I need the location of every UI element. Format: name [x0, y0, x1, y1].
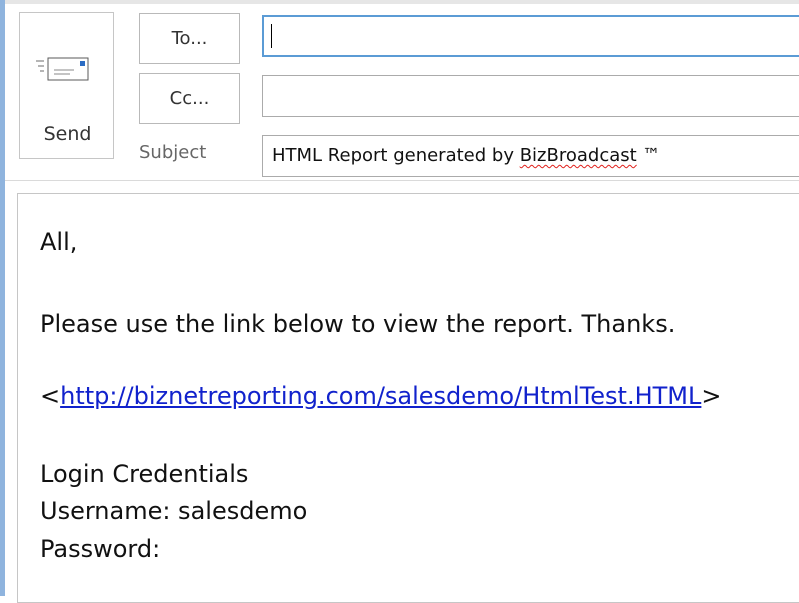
to-field[interactable] [262, 15, 799, 57]
report-link[interactable]: http://biznetreporting.com/salesdemo/Htm… [60, 382, 701, 410]
subject-field[interactable]: HTML Report generated by BizBroadcast ™ [262, 135, 799, 177]
subject-brand-misspelled: BizBroadcast [519, 145, 637, 166]
subject-label: Subject [139, 142, 207, 163]
send-button-label: Send [43, 123, 92, 145]
instruction-line: Please use the link below to view the re… [40, 310, 676, 338]
password-line: Password: [40, 535, 161, 563]
subject-prefix: HTML Report generated by [272, 145, 520, 166]
credentials-heading: Login Credentials [40, 460, 249, 488]
cc-field[interactable] [262, 75, 799, 117]
send-envelope-icon [36, 57, 89, 81]
greeting-line: All, [40, 228, 78, 256]
link-open-bracket: < [40, 382, 61, 410]
text-caret [271, 24, 272, 48]
header-divider [5, 180, 799, 181]
subject-suffix: ™ [636, 145, 661, 166]
link-close-bracket: > [701, 382, 722, 410]
to-button[interactable]: To... [139, 13, 240, 64]
report-link-line: <http://biznetreporting.com/salesdemo/Ht… [40, 382, 722, 410]
cc-button[interactable]: Cc... [139, 73, 240, 124]
username-line: Username: salesdemo [40, 497, 308, 525]
